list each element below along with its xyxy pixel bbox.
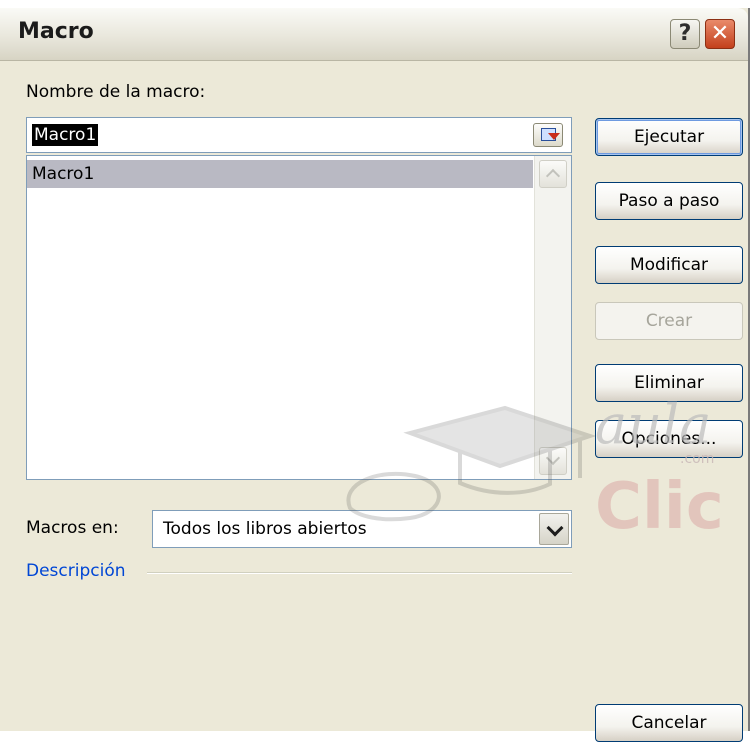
macros-in-value: Todos los libros abiertos (163, 519, 367, 539)
macros-in-select[interactable]: Todos los libros abiertos (152, 510, 572, 548)
list-scrollbar[interactable] (534, 156, 571, 479)
edit-button[interactable]: Modificar (595, 246, 743, 284)
title-bar[interactable]: Macro ? ✕ (0, 8, 748, 61)
description-divider (147, 572, 572, 574)
macro-name-value: Macro1 (32, 124, 99, 146)
macro-name-label: Nombre de la macro: (26, 82, 205, 102)
svg-text:Clic: Clic (595, 470, 724, 538)
chevron-down-icon (546, 519, 564, 537)
scroll-down-button[interactable] (539, 447, 567, 475)
description-label: Descripción (26, 561, 126, 581)
delete-button[interactable]: Eliminar (595, 364, 743, 402)
macro-name-input[interactable]: Macro1 (26, 117, 572, 153)
create-button: Crear (595, 302, 743, 340)
chevron-up-icon (545, 168, 561, 184)
options-button[interactable]: Opciones... (595, 420, 743, 458)
macro-list[interactable]: Macro1 (26, 155, 572, 480)
macro-dialog: Macro ? ✕ Nombre de la macro: Macro1 Mac… (0, 8, 750, 742)
cancel-button[interactable]: Cancelar (595, 704, 743, 742)
close-button[interactable]: ✕ (705, 19, 735, 49)
scroll-up-button[interactable] (539, 160, 567, 188)
dropdown-button[interactable] (539, 513, 569, 545)
macro-list-item[interactable]: Macro1 (27, 160, 533, 188)
dialog-title: Macro (18, 19, 94, 44)
run-button[interactable]: Ejecutar (595, 118, 743, 156)
red-arrow-icon (548, 133, 560, 140)
chevron-down-icon (545, 450, 561, 466)
help-button[interactable]: ? (670, 19, 700, 49)
macros-in-label: Macros en: (26, 518, 119, 538)
macro-name-label-text: Nombre de la macro: (26, 82, 206, 102)
step-into-button[interactable]: Paso a paso (595, 182, 743, 220)
collapse-dialog-button[interactable] (533, 123, 563, 147)
